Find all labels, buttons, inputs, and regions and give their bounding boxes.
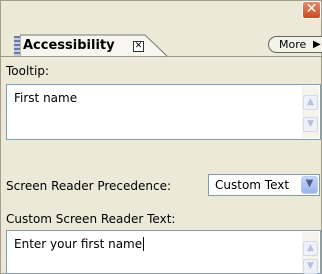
custom-text-value: Enter your first name [14,237,145,251]
chevron-up-icon: ▲ [307,243,314,253]
tab-divider [0,56,322,57]
more-button-label: More [279,38,307,51]
custom-text-field[interactable]: Enter your first name ▲ ▼ [6,230,321,274]
tooltip-value: First name [14,91,78,105]
tooltip-scrollbar[interactable]: ▲ ▼ [302,86,319,138]
close-icon: ✕ [305,1,318,17]
custom-text-scrollbar[interactable]: ▲ ▼ [302,232,319,274]
more-button[interactable]: More ▶ [268,36,322,53]
tooltip-field[interactable]: First name ▲ ▼ [6,84,321,140]
chevron-up-icon: ▲ [307,97,314,107]
precedence-value: Custom Text [215,178,290,192]
arrow-right-icon: ▶ [313,39,321,50]
chevron-down-icon: ▼ [307,261,314,271]
dropdown-button[interactable]: ▼ [301,176,318,194]
tab-accessibility-label[interactable]: Accessibility [23,38,115,53]
window-close-button[interactable]: ✕ [302,1,321,19]
custom-text-label: Custom Screen Reader Text: [6,212,176,226]
precedence-select[interactable]: Custom Text ▼ [208,174,320,196]
scroll-down-button[interactable]: ▼ [303,117,318,132]
precedence-label: Screen Reader Precedence: [6,179,172,193]
chevron-down-icon: ▼ [305,178,314,189]
tooltip-label: Tooltip: [6,64,50,78]
scroll-up-button[interactable]: ▲ [303,95,318,110]
scroll-up-button[interactable]: ▲ [303,241,318,256]
chevron-down-icon: ▼ [307,119,314,129]
tab-close-icon[interactable]: ✕ [133,41,144,52]
scroll-down-button[interactable]: ▼ [303,259,318,274]
